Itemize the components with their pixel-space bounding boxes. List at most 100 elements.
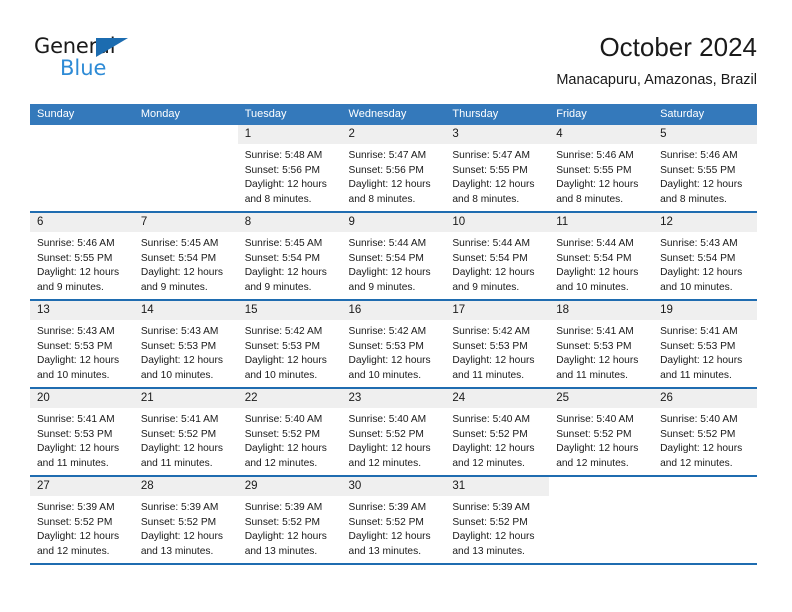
day-sun-info: Sunrise: 5:43 AM Sunset: 5:54 PM Daylight:… bbox=[653, 232, 757, 295]
daylight-text-line2: and 10 minutes. bbox=[140, 369, 214, 381]
sunrise-text: Sunrise: 5:44 AM bbox=[452, 238, 530, 249]
day-number: 24 bbox=[445, 389, 550, 408]
daylight-text-line2: and 9 minutes. bbox=[244, 281, 312, 293]
calendar-week-row: 27 Sunrise: 5:39 AM Sunset: 5:52 PM Dayligh… bbox=[30, 475, 757, 563]
calendar-day-cell[interactable]: 18 Sunrise: 5:41 AM Sunset: 5:53 PM Dayligh… bbox=[549, 301, 654, 387]
sunset-text: Sunset: 5:56 PM bbox=[348, 164, 424, 176]
sunrise-text: Sunrise: 5:39 AM bbox=[348, 502, 427, 513]
calendar-day-cell[interactable]: 12 Sunrise: 5:43 AM Sunset: 5:54 PM Dayligh… bbox=[653, 213, 757, 299]
day-number: 6 bbox=[30, 213, 134, 232]
day-sun-info: Sunrise: 5:39 AM Sunset: 5:52 PM Daylight:… bbox=[445, 496, 549, 559]
calendar-day-cell[interactable]: 25 Sunrise: 5:40 AM Sunset: 5:52 PM Dayligh… bbox=[549, 389, 654, 475]
day-sun-info: Sunrise: 5:40 AM Sunset: 5:52 PM Daylight:… bbox=[238, 408, 342, 471]
daylight-text-line2: and 13 minutes. bbox=[348, 545, 422, 557]
day-sun-info: Sunrise: 5:46 AM Sunset: 5:55 PM Daylight:… bbox=[30, 232, 134, 295]
sunset-text: Sunset: 5:53 PM bbox=[37, 340, 113, 352]
calendar-day-cell[interactable]: 23 Sunrise: 5:40 AM Sunset: 5:52 PM Dayligh… bbox=[341, 389, 446, 475]
daylight-text-line2: and 11 minutes. bbox=[660, 369, 732, 381]
day-number: 27 bbox=[30, 477, 134, 496]
daylight-text-line1: Daylight: 12 hours bbox=[140, 531, 223, 543]
sunrise-text: Sunrise: 5:39 AM bbox=[244, 502, 323, 513]
calendar-day-cell[interactable]: 26 Sunrise: 5:40 AM Sunset: 5:52 PM Dayligh… bbox=[653, 389, 757, 475]
day-number: 2 bbox=[341, 125, 446, 144]
daylight-text-line1: Daylight: 12 hours bbox=[140, 443, 223, 455]
calendar-day-cell[interactable]: 3 Sunrise: 5:47 AM Sunset: 5:55 PM Daylight… bbox=[445, 125, 550, 211]
calendar-day-cell[interactable]: 17 Sunrise: 5:42 AM Sunset: 5:53 PM Dayligh… bbox=[445, 301, 550, 387]
calendar-day-cell[interactable]: 1 Sunrise: 5:48 AM Sunset: 5:56 PM Daylight… bbox=[237, 125, 342, 211]
sunset-text: Sunset: 5:54 PM bbox=[140, 252, 217, 264]
calendar-day-cell[interactable]: 2 Sunrise: 5:47 AM Sunset: 5:56 PM Daylight… bbox=[341, 125, 446, 211]
day-sun-info: Sunrise: 5:39 AM Sunset: 5:52 PM Daylight:… bbox=[134, 496, 238, 559]
day-sun-info: Sunrise: 5:43 AM Sunset: 5:53 PM Daylight:… bbox=[134, 320, 238, 383]
calendar-day-cell[interactable]: 24 Sunrise: 5:40 AM Sunset: 5:52 PM Dayligh… bbox=[445, 389, 550, 475]
calendar-day-cell[interactable]: 7 Sunrise: 5:45 AM Sunset: 5:54 PM Daylight… bbox=[133, 213, 238, 299]
calendar-day-cell[interactable]: 13 Sunrise: 5:43 AM Sunset: 5:53 PM Dayligh… bbox=[30, 301, 134, 387]
sunrise-text: Sunrise: 5:46 AM bbox=[556, 150, 634, 161]
sunset-text: Sunset: 5:52 PM bbox=[348, 516, 424, 528]
calendar-day-cell[interactable]: 20 Sunrise: 5:41 AM Sunset: 5:53 PM Dayligh… bbox=[30, 389, 134, 475]
day-number bbox=[549, 477, 654, 496]
page-title: October 2024 bbox=[599, 32, 757, 62]
day-number: 3 bbox=[445, 125, 550, 144]
sunrise-text: Sunrise: 5:43 AM bbox=[37, 326, 115, 337]
daylight-text-line1: Daylight: 12 hours bbox=[452, 267, 535, 279]
calendar-day-cell[interactable]: 11 Sunrise: 5:44 AM Sunset: 5:54 PM Dayligh… bbox=[549, 213, 654, 299]
daylight-text-line2: and 10 minutes. bbox=[37, 369, 110, 381]
day-sun-info: Sunrise: 5:40 AM Sunset: 5:52 PM Daylight:… bbox=[653, 408, 757, 471]
daylight-text-line1: Daylight: 12 hours bbox=[37, 531, 120, 543]
sunrise-text: Sunrise: 5:42 AM bbox=[244, 326, 323, 337]
calendar-day-cell[interactable]: 9 Sunrise: 5:44 AM Sunset: 5:54 PM Daylight… bbox=[341, 213, 446, 299]
day-sun-info: Sunrise: 5:42 AM Sunset: 5:53 PM Daylight:… bbox=[445, 320, 549, 383]
day-number: 26 bbox=[653, 389, 757, 408]
general-blue-logo[interactable]: General Blue bbox=[34, 36, 154, 84]
day-number: 23 bbox=[341, 389, 446, 408]
day-number: 9 bbox=[341, 213, 446, 232]
calendar-day-cell[interactable]: 6 Sunrise: 5:46 AM Sunset: 5:55 PM Daylight… bbox=[30, 213, 134, 299]
calendar-day-cell[interactable]: 22 Sunrise: 5:40 AM Sunset: 5:52 PM Dayligh… bbox=[237, 389, 342, 475]
daylight-text-line2: and 9 minutes. bbox=[140, 281, 208, 293]
calendar-day-cell[interactable]: 29 Sunrise: 5:39 AM Sunset: 5:52 PM Dayligh… bbox=[237, 477, 342, 563]
calendar-day-cell[interactable]: 15 Sunrise: 5:42 AM Sunset: 5:53 PM Dayligh… bbox=[237, 301, 342, 387]
day-number: 20 bbox=[30, 389, 134, 408]
sunrise-text: Sunrise: 5:40 AM bbox=[348, 414, 427, 425]
calendar-day-cell[interactable]: 10 Sunrise: 5:44 AM Sunset: 5:54 PM Dayligh… bbox=[445, 213, 550, 299]
daylight-text-line2: and 12 minutes. bbox=[244, 457, 318, 469]
daylight-text-line2: and 8 minutes. bbox=[244, 193, 312, 205]
calendar-day-cell[interactable]: 8 Sunrise: 5:45 AM Sunset: 5:54 PM Daylight… bbox=[237, 213, 342, 299]
day-number: 5 bbox=[653, 125, 757, 144]
daylight-text-line1: Daylight: 12 hours bbox=[244, 531, 327, 543]
sunrise-text: Sunrise: 5:39 AM bbox=[452, 502, 530, 513]
calendar-day-cell-empty bbox=[133, 125, 238, 211]
calendar-day-cell[interactable]: 19 Sunrise: 5:41 AM Sunset: 5:53 PM Dayligh… bbox=[653, 301, 757, 387]
weekday-header-tuesday: Tuesday bbox=[244, 108, 287, 120]
calendar-week-row: 13 Sunrise: 5:43 AM Sunset: 5:53 PM Dayligh… bbox=[30, 299, 757, 387]
calendar-day-cell[interactable]: 5 Sunrise: 5:46 AM Sunset: 5:55 PM Daylight… bbox=[653, 125, 757, 211]
calendar-day-cell[interactable]: 4 Sunrise: 5:46 AM Sunset: 5:55 PM Daylight… bbox=[549, 125, 654, 211]
calendar-day-cell[interactable]: 16 Sunrise: 5:42 AM Sunset: 5:53 PM Dayligh… bbox=[341, 301, 446, 387]
calendar-day-cell[interactable]: 21 Sunrise: 5:41 AM Sunset: 5:52 PM Dayligh… bbox=[133, 389, 238, 475]
day-sun-info: Sunrise: 5:42 AM Sunset: 5:53 PM Daylight:… bbox=[238, 320, 342, 383]
sunrise-text: Sunrise: 5:42 AM bbox=[348, 326, 427, 337]
calendar-day-cell[interactable]: 28 Sunrise: 5:39 AM Sunset: 5:52 PM Dayligh… bbox=[133, 477, 238, 563]
sunset-text: Sunset: 5:53 PM bbox=[660, 340, 736, 352]
calendar-day-cell[interactable]: 30 Sunrise: 5:39 AM Sunset: 5:52 PM Dayligh… bbox=[341, 477, 446, 563]
calendar-day-cell[interactable]: 27 Sunrise: 5:39 AM Sunset: 5:52 PM Dayligh… bbox=[30, 477, 134, 563]
sunrise-text: Sunrise: 5:41 AM bbox=[37, 414, 115, 425]
sunset-text: Sunset: 5:52 PM bbox=[244, 428, 321, 440]
sunset-text: Sunset: 5:54 PM bbox=[452, 252, 528, 264]
weekday-header-sunday: Sunday bbox=[37, 108, 75, 120]
weekday-header-thursday: Thursday bbox=[452, 108, 499, 120]
daylight-text-line1: Daylight: 12 hours bbox=[452, 531, 535, 543]
calendar-day-cell[interactable]: 14 Sunrise: 5:43 AM Sunset: 5:53 PM Dayligh… bbox=[133, 301, 238, 387]
weekday-header-saturday: Saturday bbox=[660, 108, 705, 120]
daylight-text-line1: Daylight: 12 hours bbox=[452, 443, 535, 455]
sunrise-text: Sunrise: 5:47 AM bbox=[348, 150, 427, 161]
calendar-day-cell[interactable]: 31 Sunrise: 5:39 AM Sunset: 5:52 PM Dayligh… bbox=[445, 477, 550, 563]
day-sun-info: Sunrise: 5:47 AM Sunset: 5:56 PM Daylight:… bbox=[342, 144, 446, 207]
sunrise-text: Sunrise: 5:40 AM bbox=[452, 414, 530, 425]
daylight-text-line1: Daylight: 12 hours bbox=[37, 355, 120, 367]
sunrise-text: Sunrise: 5:40 AM bbox=[660, 414, 738, 425]
day-number: 17 bbox=[445, 301, 550, 320]
logo-triangle-icon bbox=[96, 38, 128, 57]
sunset-text: Sunset: 5:54 PM bbox=[244, 252, 321, 264]
